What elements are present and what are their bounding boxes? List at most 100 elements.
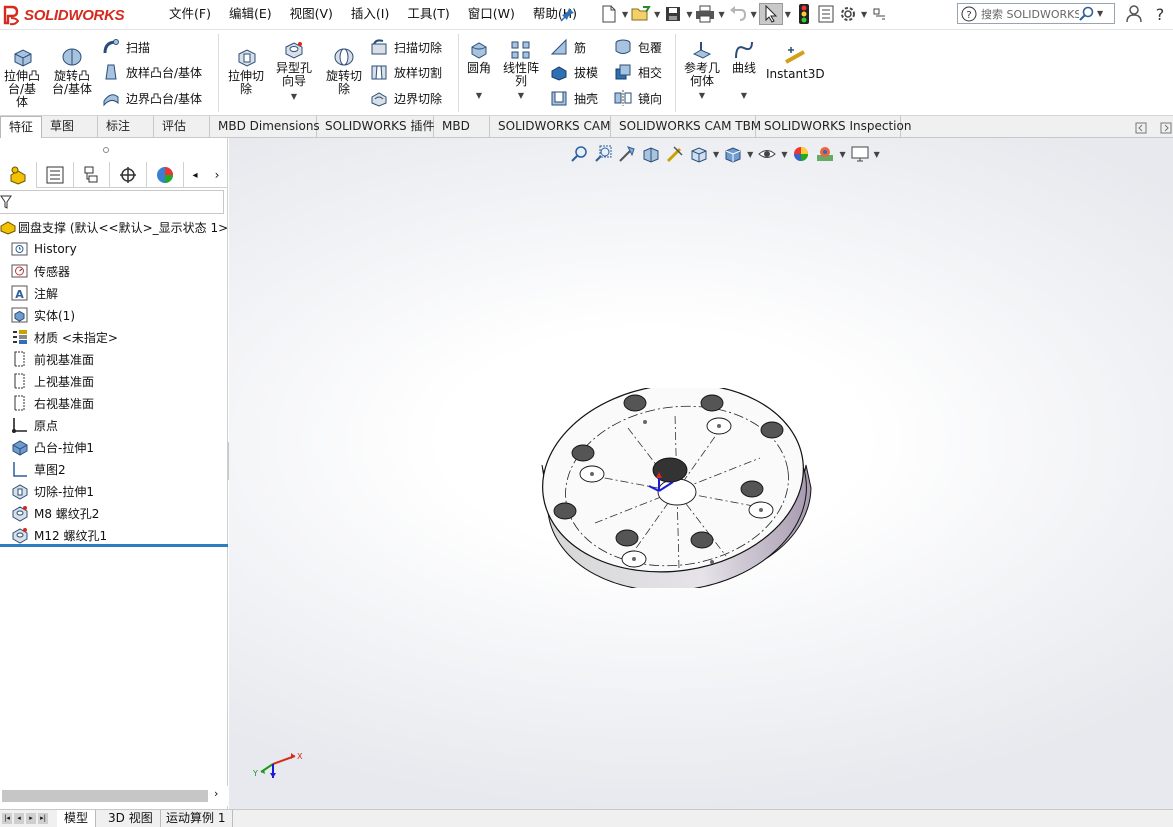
options-button[interactable]	[837, 3, 859, 25]
apply-scene-button[interactable]	[813, 143, 837, 165]
menu-tools[interactable]: 工具(T)	[398, 0, 458, 30]
tree-item[interactable]: 切除-拉伸1	[0, 480, 228, 502]
draft-button[interactable]: 拔模	[550, 63, 598, 81]
chevron-down-icon[interactable]: ▼	[785, 10, 791, 19]
tab-mbd-dimensions[interactable]: MBD Dimensions	[210, 116, 320, 138]
tab-mbd[interactable]: MBD	[434, 116, 490, 138]
hide-show-items-button[interactable]	[755, 143, 779, 165]
tab-motion-study[interactable]: 运动算例 1	[159, 810, 234, 827]
chevron-down-icon[interactable]: ▼	[781, 150, 787, 159]
loft-boss-button[interactable]: 放样凸台/基体	[102, 63, 202, 81]
zoom-to-area-button[interactable]	[591, 143, 615, 165]
tab-evaluate[interactable]: 评估	[154, 116, 210, 138]
chevron-down-icon[interactable]: ▼	[713, 150, 719, 159]
chevron-down-icon[interactable]: ▼	[500, 89, 542, 102]
swept-cut-button[interactable]: 扫描切除	[370, 38, 442, 56]
collapse-pane-icon[interactable]	[1160, 122, 1172, 134]
menu-window[interactable]: 窗口(W)	[459, 0, 524, 30]
user-account-icon[interactable]	[1126, 5, 1142, 23]
graphics-area[interactable]: ▼ ▼ ▼ ▼ ▼ X Y	[229, 138, 1173, 809]
help-question-icon[interactable]: ?	[1153, 5, 1167, 23]
reference-geometry-button[interactable]: 参考几何体 ▼	[679, 40, 725, 102]
tree-item[interactable]: M12 螺纹孔1	[0, 524, 228, 546]
revolve-cut-button[interactable]: 旋转切除	[320, 46, 368, 96]
chevron-down-icon[interactable]: ▼	[464, 89, 494, 102]
more-button[interactable]	[869, 3, 891, 25]
view-orientation-button[interactable]	[687, 143, 711, 165]
fillet-button[interactable]: 圆角 ▼	[462, 40, 496, 102]
chevron-down-icon[interactable]: ▼	[681, 89, 723, 102]
menu-insert[interactable]: 插入(I)	[342, 0, 398, 30]
hole-wizard-button[interactable]: 异型孔向导 ▼	[272, 40, 316, 103]
instant3d-button[interactable]: Instant3D	[766, 46, 825, 81]
tree-item[interactable]: 传感器	[0, 260, 228, 282]
wrap-button[interactable]: 包覆	[614, 38, 662, 56]
search-input[interactable]: 搜索 SOLIDWORKS	[981, 6, 1079, 22]
pin-icon[interactable]	[560, 6, 576, 22]
scroll-left-icon[interactable]: ◂	[193, 170, 198, 181]
panel-grip-icon[interactable]	[102, 146, 110, 154]
chevron-down-icon[interactable]: ▼	[747, 150, 753, 159]
tab-property-manager[interactable]	[37, 162, 74, 188]
tree-item[interactable]: 前视基准面	[0, 348, 228, 370]
tree-item[interactable]: 原点	[0, 414, 228, 436]
part-model-3d[interactable]	[539, 388, 819, 588]
boundary-cut-button[interactable]: 边界切除	[370, 89, 442, 107]
chevron-down-icon[interactable]: ▼	[622, 10, 628, 19]
mirror-button[interactable]: 镜向	[614, 89, 662, 107]
chevron-down-icon[interactable]: ▼	[654, 10, 660, 19]
chevron-down-icon[interactable]: ▼	[839, 150, 845, 159]
menu-view[interactable]: 视图(V)	[281, 0, 342, 30]
view-settings-button[interactable]	[848, 143, 872, 165]
dynamic-annotation-button[interactable]	[663, 143, 687, 165]
tab-display-manager[interactable]	[147, 162, 184, 188]
tab-solidworks-addins[interactable]: SOLIDWORKS 插件	[317, 116, 434, 138]
tab-sketch[interactable]: 草图	[42, 116, 98, 138]
tree-root-part[interactable]: 圆盘支撑 (默认<<默认>_显示状态 1>)	[0, 216, 233, 238]
intersect-button[interactable]: 相交	[614, 63, 662, 81]
tab-dimxpert-manager[interactable]	[110, 162, 148, 188]
tree-item[interactable]: 右视基准面	[0, 392, 228, 414]
tree-item[interactable]: A 注解	[0, 282, 228, 304]
new-document-button[interactable]	[598, 3, 620, 25]
extrude-cut-button[interactable]: 拉伸切除	[222, 46, 270, 96]
sweep-button[interactable]: 扫描	[102, 38, 150, 56]
select-button[interactable]	[758, 3, 783, 25]
reference-triad[interactable]: X Y	[251, 742, 311, 782]
chevron-down-icon[interactable]: ▼	[751, 10, 757, 19]
menu-file[interactable]: 文件(F)	[160, 0, 220, 30]
tab-markup[interactable]: 标注	[98, 116, 154, 138]
chevron-down-icon[interactable]: ▼	[729, 89, 759, 102]
horizontal-scrollbar[interactable]: ›	[0, 786, 228, 806]
prev-tab-icon[interactable]: ◂	[14, 813, 24, 824]
chevron-down-icon[interactable]: ▼	[686, 10, 692, 19]
tab-features[interactable]: 特征	[0, 116, 42, 138]
tree-item[interactable]: 实体(1)	[0, 304, 228, 326]
undo-button[interactable]	[727, 3, 749, 25]
display-style-button[interactable]	[721, 143, 745, 165]
restore-pane-icon[interactable]	[1135, 122, 1147, 134]
tree-item[interactable]: 上视基准面	[0, 370, 228, 392]
tree-item[interactable]: History	[0, 238, 228, 260]
search-icon[interactable]	[1079, 6, 1095, 22]
curves-button[interactable]: 曲线 ▼	[727, 40, 761, 102]
chevron-down-icon[interactable]: ▼	[718, 10, 724, 19]
chevron-down-icon[interactable]: ▼	[861, 10, 867, 19]
tree-item[interactable]: 凸台-拉伸1	[0, 436, 228, 458]
tab-configuration-manager[interactable]	[74, 162, 111, 188]
lofted-cut-button[interactable]: 放样切割	[370, 63, 442, 81]
chevron-down-icon[interactable]: ▼	[874, 150, 880, 159]
tree-item[interactable]: 草图2	[0, 458, 228, 480]
tab-solidworks-inspection[interactable]: SOLIDWORKS Inspection	[756, 116, 911, 138]
search-box[interactable]: ? 搜索 SOLIDWORKS ▼	[957, 3, 1115, 24]
file-properties-button[interactable]	[815, 3, 837, 25]
open-button[interactable]	[630, 3, 652, 25]
tree-item[interactable]: M8 螺纹孔2	[0, 502, 228, 524]
previous-view-button[interactable]	[615, 143, 639, 165]
print-button[interactable]	[694, 3, 716, 25]
next-tab-icon[interactable]: ▸	[26, 813, 36, 824]
tab-navigation-arrows[interactable]: |◂ ◂ ▸ ▸|	[2, 813, 50, 824]
tree-item[interactable]: 材质 <未指定>	[0, 326, 228, 348]
menu-help[interactable]: 帮助(H)	[524, 0, 586, 30]
rebuild-button[interactable]	[793, 3, 815, 25]
